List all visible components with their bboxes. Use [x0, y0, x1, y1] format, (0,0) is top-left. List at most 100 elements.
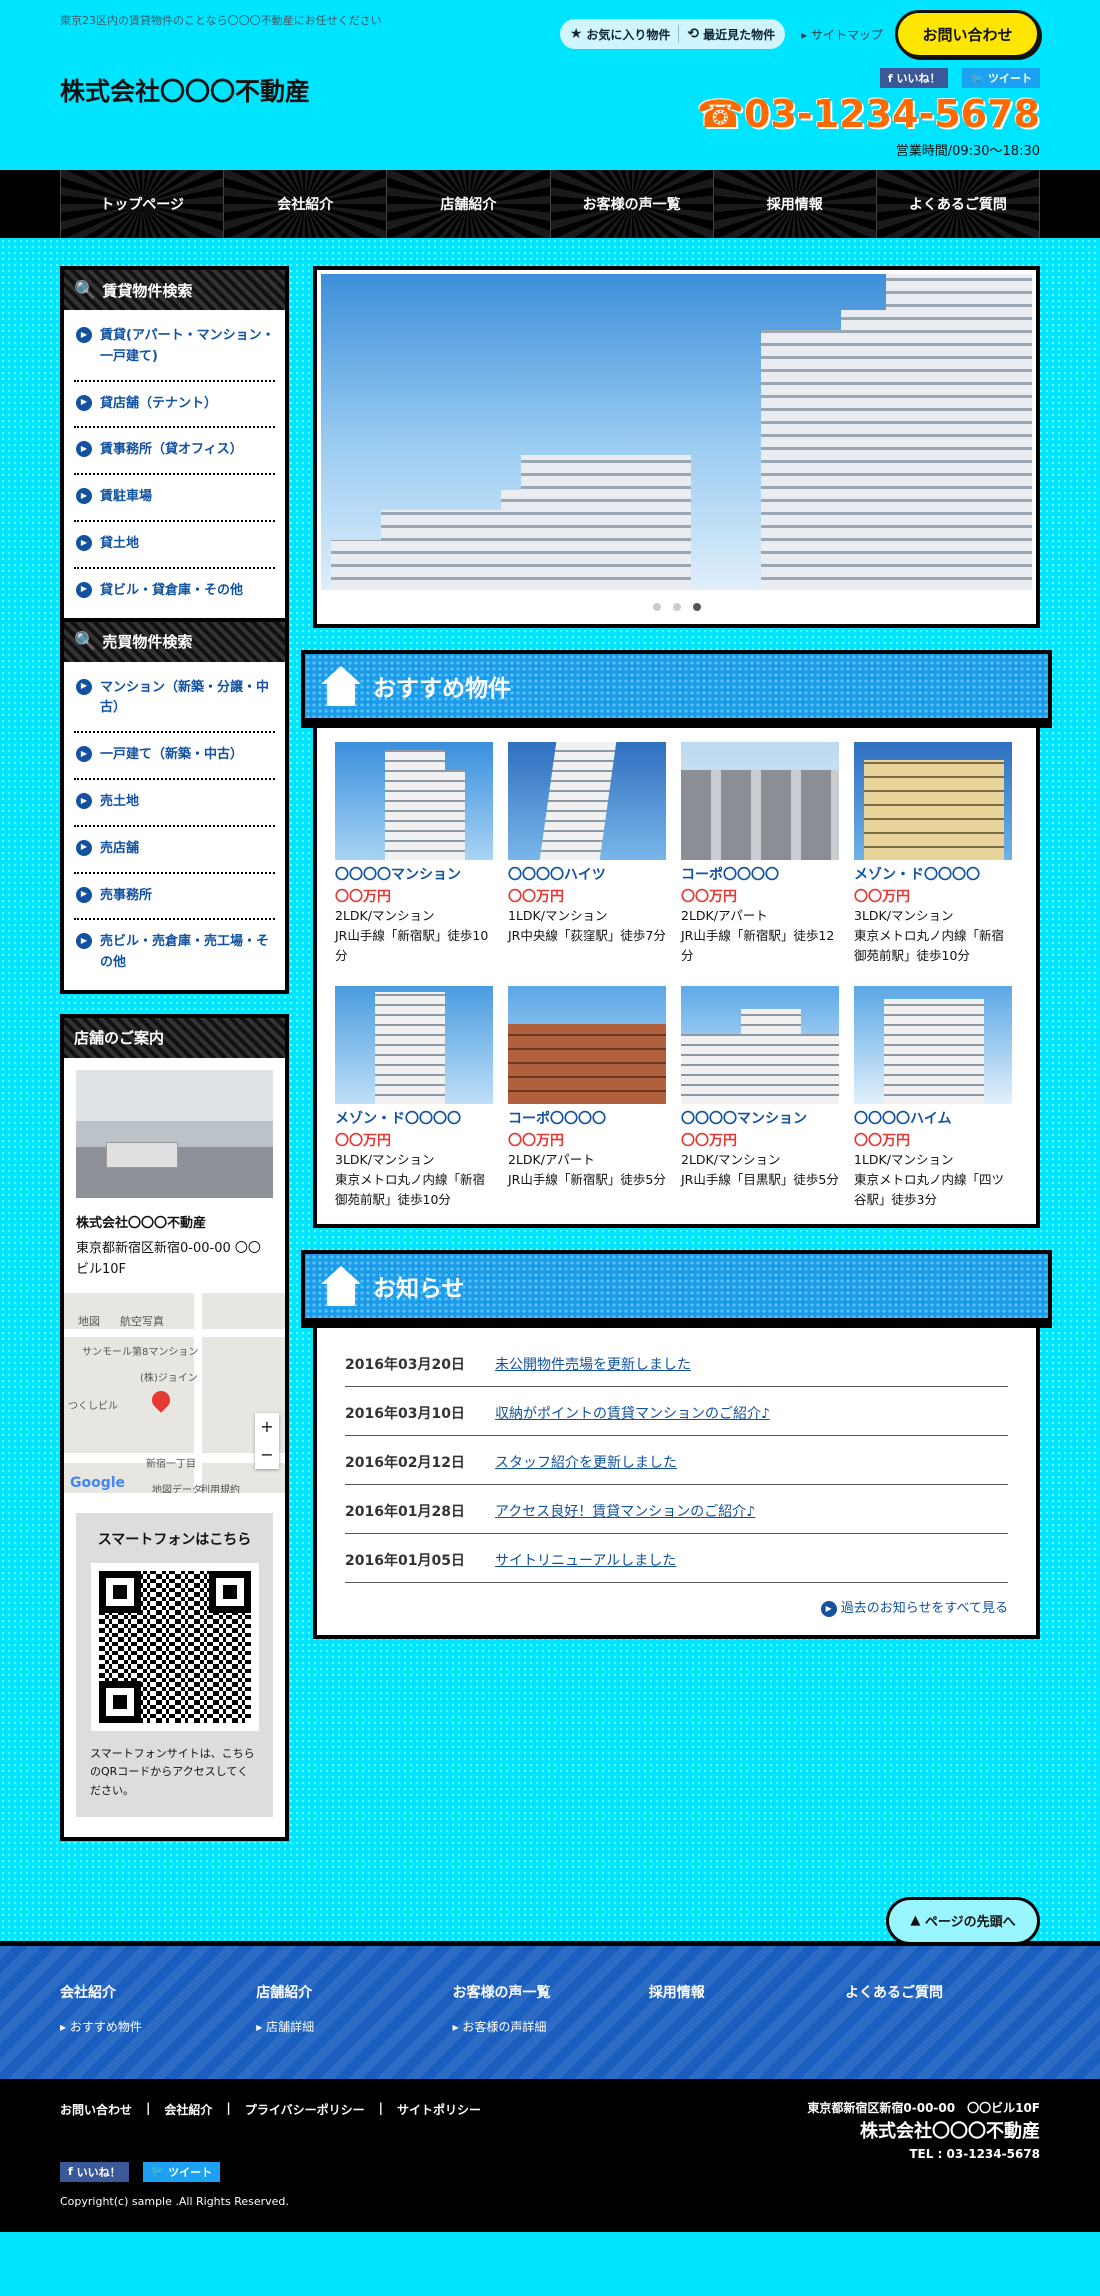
google-logo: Google — [70, 1474, 126, 1491]
property-name[interactable]: 〇〇〇〇ハイツ — [508, 864, 666, 884]
footer-social: f いいね！ 🐦 ツイート — [60, 2161, 221, 2182]
nav-faq[interactable]: よくあるご質問 — [875, 170, 1041, 238]
news-link[interactable]: 収納がポイントの賃貸マンションのご紹介♪ — [495, 1403, 770, 1423]
property-card[interactable]: メゾン・ド〇〇〇〇 〇〇万円 3LDK/マンション 東京メトロ丸ノ内線「新宿御苑… — [335, 986, 493, 1210]
footer-link-contact[interactable]: お問い合わせ — [60, 2101, 132, 2118]
sale-link[interactable]: 売土地 — [74, 780, 275, 827]
property-name[interactable]: コーポ〇〇〇〇 — [508, 1108, 666, 1128]
news-link[interactable]: サイトリニューアルしました — [495, 1550, 676, 1570]
property-card[interactable]: 〇〇〇〇マンション 〇〇万円 2LDK/マンション JR山手線「目黒駅」徒歩5分 — [681, 986, 839, 1210]
property-card[interactable]: 〇〇〇〇ハイム 〇〇万円 1LDK/マンション 東京メトロ丸ノ内線「四ツ谷駅」徒… — [854, 986, 1012, 1210]
footer-link-sitepolicy[interactable]: サイトポリシー — [397, 2101, 481, 2118]
news-more-link[interactable]: 過去のお知らせをすべて見る — [345, 1597, 1008, 1617]
news-link[interactable]: アクセス良好！賃貸マンションのご紹介♪ — [495, 1501, 755, 1521]
recommend-header: おすすめ物件 — [301, 650, 1052, 722]
property-card[interactable]: 〇〇〇〇マンション 〇〇万円 2LDK/マンション JR山手線「新宿駅」徒歩10… — [335, 742, 493, 966]
property-card[interactable]: 〇〇〇〇ハイツ 〇〇万円 1LDK/マンション JR中央線「荻窪駅」徒歩7分 — [508, 742, 666, 966]
property-card[interactable]: コーポ〇〇〇〇 〇〇万円 2LDK/アパート JR山手線「新宿駅」徒歩12分 — [681, 742, 839, 966]
property-photo[interactable] — [508, 986, 666, 1104]
rent-link[interactable]: 貸店舗（テナント） — [74, 382, 275, 429]
facebook-icon: f — [887, 71, 897, 85]
rent-link[interactable]: 賃事務所（貸オフィス） — [74, 428, 275, 476]
twitter-icon: 🐦 — [150, 2165, 169, 2179]
property-card[interactable]: メゾン・ド〇〇〇〇 〇〇万円 3LDK/マンション 東京メトロ丸ノ内線「新宿御苑… — [854, 742, 1012, 966]
favorites-link[interactable]: お気に入り物件 — [586, 26, 670, 43]
footer-nav-title[interactable]: 会社紹介 — [60, 1982, 255, 2002]
rent-link[interactable]: 賃貸(アパート・マンション・一戸建て) — [74, 314, 275, 382]
map-pin-icon[interactable] — [148, 1386, 174, 1413]
tweet-button[interactable]: 🐦 ツイート — [142, 2161, 221, 2182]
facebook-like-button[interactable]: f いいね！ — [60, 2161, 129, 2182]
shop-map[interactable]: 地図 航空写真 サンモール第8マンション (株)ジョイン つくしビル 新宿一丁目… — [64, 1292, 285, 1493]
rent-link[interactable]: 賃駐車場 — [74, 475, 275, 522]
rent-search-box: 🔍 賃貸物件検索 賃貸(アパート・マンション・一戸建て) 貸店舗（テナント） 賃事… — [60, 266, 289, 622]
property-name[interactable]: 〇〇〇〇マンション — [681, 1108, 839, 1128]
footer-nav-sub[interactable]: おすすめ物件 — [60, 2018, 255, 2035]
footer-nav-title[interactable]: よくあるご質問 — [845, 1982, 1040, 2002]
property-name[interactable]: メゾン・ド〇〇〇〇 — [854, 864, 1012, 884]
recent-link[interactable]: 最近見た物件 — [703, 26, 775, 43]
shop-info-box: 店舗のご案内 株式会社〇〇〇不動産 東京都新宿区新宿0-00-00 〇〇ビル10… — [60, 1013, 289, 1841]
contact-button[interactable]: お問い合わせ — [895, 10, 1040, 58]
property-photo[interactable] — [681, 986, 839, 1104]
map-label: サンモール第8マンション — [82, 1346, 199, 1358]
news-link[interactable]: 未公開物件売場を更新しました — [495, 1354, 691, 1374]
property-name[interactable]: メゾン・ド〇〇〇〇 — [335, 1108, 493, 1128]
property-spec: 3LDK/マンション — [854, 908, 954, 923]
map-zoom-control[interactable]: + − — [255, 1412, 279, 1469]
nav-recruit[interactable]: 採用情報 — [712, 170, 876, 238]
footer-nav-title[interactable]: お客様の声一覧 — [453, 1982, 648, 2002]
nav-company[interactable]: 会社紹介 — [223, 170, 387, 238]
property-spec: 3LDK/マンション — [335, 1152, 435, 1167]
nav-voices[interactable]: お客様の声一覧 — [549, 170, 713, 238]
footer-company: 株式会社〇〇〇不動産 — [860, 2120, 1040, 2142]
rent-link[interactable]: 貸ビル・貸倉庫・その他 — [74, 569, 275, 614]
sitemap-link[interactable]: ▸ サイトマップ — [801, 26, 883, 43]
site-logo[interactable]: 株式会社〇〇〇不動産 — [60, 72, 310, 108]
property-name[interactable]: 〇〇〇〇マンション — [335, 864, 493, 884]
footer-link-company[interactable]: 会社紹介 — [164, 2101, 212, 2118]
sale-search-box: 🔍売買物件検索 マンション（新築・分譲・中古） 一戸建て（新築・中古） 売土地 … — [60, 621, 289, 994]
property-name[interactable]: コーポ〇〇〇〇 — [681, 864, 839, 884]
news-item: 2016年01月05日 サイトリニューアルしました — [345, 1534, 1008, 1583]
property-photo[interactable] — [335, 742, 493, 860]
sale-link[interactable]: マンション（新築・分譲・中古） — [74, 666, 275, 734]
facebook-icon: f — [68, 2165, 77, 2179]
property-photo[interactable] — [335, 986, 493, 1104]
footer-nav-title[interactable]: 店舗紹介 — [256, 1982, 451, 2002]
sale-link[interactable]: 一戸建て（新築・中古） — [74, 733, 275, 780]
shop-info-title: 店舗のご案内 — [64, 1017, 285, 1058]
map-tab[interactable]: 航空写真 — [120, 1313, 164, 1329]
sale-link[interactable]: 売事務所 — [74, 874, 275, 921]
slider-dot-active[interactable] — [692, 603, 701, 611]
map-tab[interactable]: 地図 — [78, 1313, 100, 1329]
property-photo[interactable] — [854, 986, 1012, 1104]
news-link[interactable]: スタッフ紹介を更新しました — [495, 1452, 677, 1472]
property-photo[interactable] — [508, 742, 666, 860]
history-pill: ★ お気に入り物件 ⟲ 最近見た物件 — [559, 19, 786, 49]
sale-link[interactable]: 売ビル・売倉庫・売工場・その他 — [74, 920, 275, 986]
property-name[interactable]: 〇〇〇〇ハイム — [854, 1108, 1012, 1128]
property-spec: 2LDK/アパート — [681, 908, 768, 923]
footer-nav-sub[interactable]: 店舗詳細 — [256, 2018, 451, 2035]
search-icon: 🔍 — [74, 279, 97, 301]
slider-dot[interactable] — [652, 603, 661, 611]
page-top-button[interactable]: ▲ ページの先頭へ — [886, 1896, 1040, 1945]
footer-link-privacy[interactable]: プライバシーポリシー — [245, 2101, 365, 2118]
property-card[interactable]: コーポ〇〇〇〇 〇〇万円 2LDK/アパート JR山手線「新宿駅」徒歩5分 — [508, 986, 666, 1210]
nav-top[interactable]: トップページ — [60, 170, 224, 238]
slider-dot[interactable] — [672, 603, 681, 611]
property-photo[interactable] — [681, 742, 839, 860]
rent-link[interactable]: 貸土地 — [74, 522, 275, 569]
hero-slider — [313, 266, 1040, 628]
nav-shops[interactable]: 店舗紹介 — [386, 170, 550, 238]
property-photo[interactable] — [854, 742, 1012, 860]
sale-link[interactable]: 売店舗 — [74, 827, 275, 874]
facebook-like-button[interactable]: f いいね！ — [879, 68, 949, 88]
phone-number[interactable]: ☎03-1234-5678 — [697, 92, 1040, 136]
footer-nav-title[interactable]: 採用情報 — [649, 1982, 844, 2002]
shop-name: 株式会社〇〇〇不動産 — [76, 1215, 207, 1231]
footer-nav-sub[interactable]: お客様の声詳細 — [453, 2018, 648, 2035]
tweet-button[interactable]: 🐦 ツイート — [962, 68, 1040, 88]
map-road — [64, 1328, 285, 1337]
